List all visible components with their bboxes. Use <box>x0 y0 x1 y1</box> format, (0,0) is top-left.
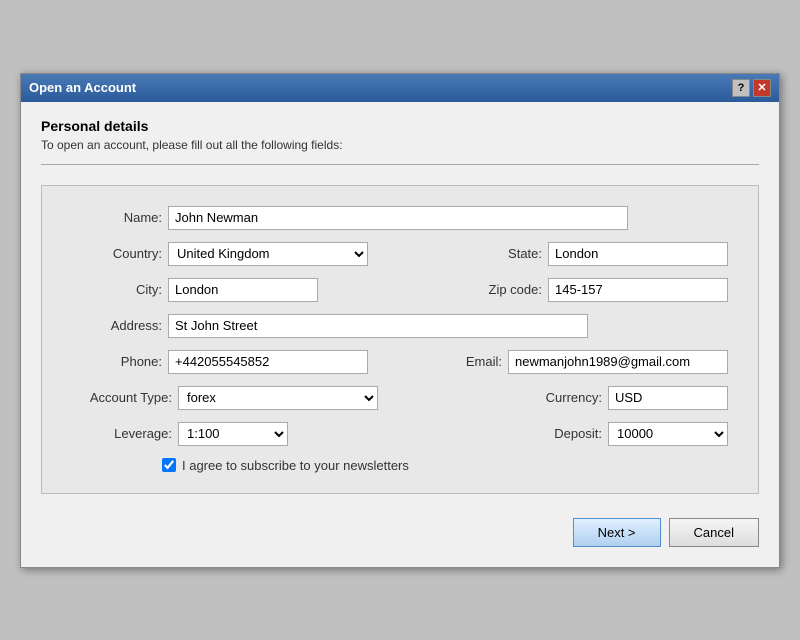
form-area: Name: Country: United Kingdom United Sta… <box>41 185 759 494</box>
address-group: Address: <box>72 314 588 338</box>
title-bar-buttons: ? ✕ <box>732 79 771 97</box>
address-label: Address: <box>72 318 162 333</box>
currency-group: Currency: <box>537 386 728 410</box>
email-input[interactable] <box>508 350 728 374</box>
leverage-select[interactable]: 1:100 1:200 1:500 <box>178 422 288 446</box>
country-state-row: Country: United Kingdom United States Ge… <box>72 242 728 266</box>
email-group: Email: <box>457 350 728 374</box>
country-group: Country: United Kingdom United States Ge… <box>72 242 368 266</box>
phone-label: Phone: <box>72 354 162 369</box>
name-group: Name: <box>72 206 628 230</box>
name-row: Name: <box>72 206 728 230</box>
country-label: Country: <box>72 246 162 261</box>
dialog-body: Personal details To open an account, ple… <box>21 102 779 567</box>
state-group: State: <box>482 242 728 266</box>
email-label: Email: <box>457 354 502 369</box>
actype-label: Account Type: <box>72 390 172 405</box>
deposit-select[interactable]: 10000 5000 25000 50000 <box>608 422 728 446</box>
name-label: Name: <box>72 210 162 225</box>
address-row: Address: <box>72 314 728 338</box>
actype-select[interactable]: forex cfd stocks <box>178 386 378 410</box>
city-zip-row: City: Zip code: <box>72 278 728 302</box>
actype-group: Account Type: forex cfd stocks <box>72 386 378 410</box>
deposit-label: Deposit: <box>537 426 602 441</box>
state-label: State: <box>482 246 542 261</box>
leverage-group: Leverage: 1:100 1:200 1:500 <box>72 422 288 446</box>
zip-group: Zip code: <box>472 278 728 302</box>
currency-label: Currency: <box>537 390 602 405</box>
phone-input[interactable] <box>168 350 368 374</box>
country-select[interactable]: United Kingdom United States Germany Fra… <box>168 242 368 266</box>
newsletter-label: I agree to subscribe to your newsletters <box>182 458 409 473</box>
title-bar: Open an Account ? ✕ <box>21 74 779 102</box>
section-title: Personal details <box>41 118 759 134</box>
help-button[interactable]: ? <box>732 79 750 97</box>
section-subtitle: To open an account, please fill out all … <box>41 138 759 152</box>
dialog-title: Open an Account <box>29 80 136 95</box>
city-label: City: <box>72 282 162 297</box>
zip-label: Zip code: <box>472 282 542 297</box>
cancel-button[interactable]: Cancel <box>669 518 759 547</box>
deposit-group: Deposit: 10000 5000 25000 50000 <box>537 422 728 446</box>
separator <box>41 164 759 165</box>
next-button[interactable]: Next > <box>573 518 661 547</box>
dialog-open-account: Open an Account ? ✕ Personal details To … <box>20 73 780 568</box>
newsletter-checkbox[interactable] <box>162 458 176 472</box>
address-input[interactable] <box>168 314 588 338</box>
phone-group: Phone: <box>72 350 368 374</box>
newsletter-checkbox-row: I agree to subscribe to your newsletters <box>162 458 728 473</box>
city-group: City: <box>72 278 318 302</box>
currency-input[interactable] <box>608 386 728 410</box>
leverage-deposit-row: Leverage: 1:100 1:200 1:500 Deposit: 100… <box>72 422 728 446</box>
city-input[interactable] <box>168 278 318 302</box>
leverage-label: Leverage: <box>72 426 172 441</box>
phone-email-row: Phone: Email: <box>72 350 728 374</box>
button-bar: Next > Cancel <box>41 510 759 551</box>
actype-currency-row: Account Type: forex cfd stocks Currency: <box>72 386 728 410</box>
state-input[interactable] <box>548 242 728 266</box>
close-button[interactable]: ✕ <box>753 79 771 97</box>
name-input[interactable] <box>168 206 628 230</box>
zip-input[interactable] <box>548 278 728 302</box>
